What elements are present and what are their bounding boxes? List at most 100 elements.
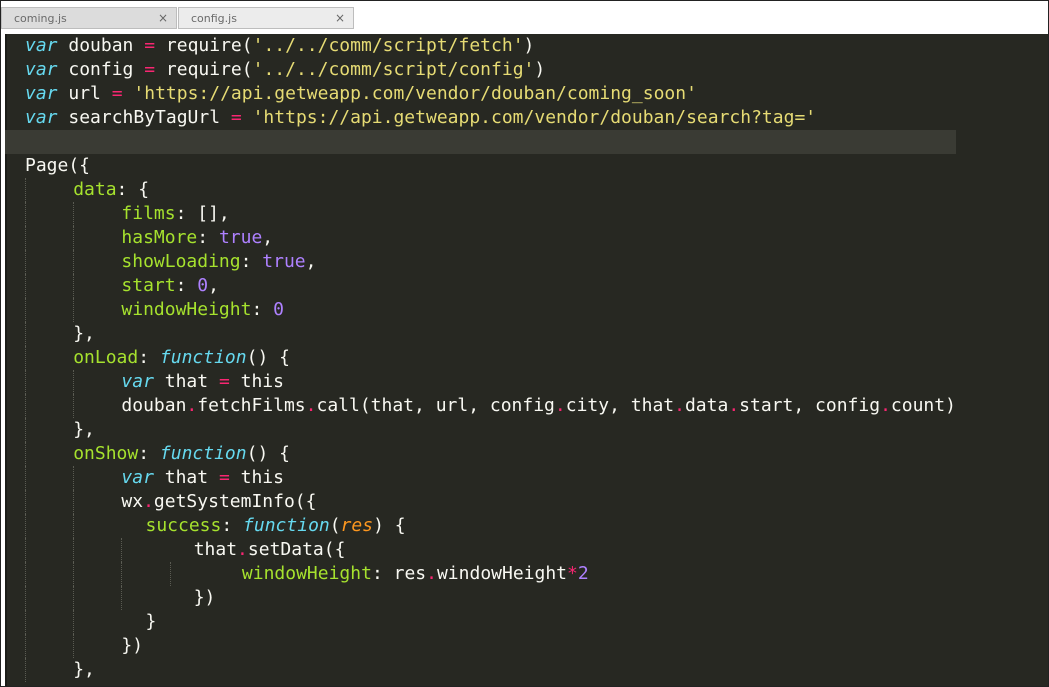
code-token: = [111,83,123,104]
code-token: }, [73,323,95,344]
code-token: douban [121,395,187,416]
code-content: }, [25,323,95,344]
code-token: 0 [197,275,209,296]
code-line[interactable]: }, [5,658,956,682]
code-line[interactable]: films: [], [5,202,956,226]
code-token: var [25,107,58,128]
code-token: , [262,227,274,248]
close-icon[interactable]: × [156,11,170,25]
code-token: . [143,491,154,512]
code-token: . [426,563,437,584]
code-token: }, [73,659,95,680]
code-token: windowHeight [241,563,372,584]
code-line[interactable]: windowHeight: 0 [5,298,956,322]
code-content: wx.getSystemInfo({ [25,491,316,512]
code-line[interactable]: var that = this [5,370,956,394]
code-token: '../../comm/script/config' [252,59,535,80]
code-line[interactable]: Page({ [5,154,956,178]
code-token: var [121,467,154,488]
code-token: }) [193,587,216,608]
code-token: count) [890,395,956,416]
code-line[interactable]: wx.getSystemInfo({ [5,490,956,514]
code-line[interactable]: windowHeight: res.windowHeight*2 [5,562,956,586]
indent-guide [25,322,26,346]
code-line[interactable]: var searchByTagUrl = 'https://api.getwea… [5,106,956,130]
code-content: var that = this [25,371,284,392]
indent-guide [73,610,75,634]
indent-guide [25,490,26,514]
code-line[interactable]: hasMore: true, [5,226,956,250]
code-token: : [138,347,160,368]
code-line[interactable]: showLoading: true, [5,250,956,274]
code-token: : [197,227,219,248]
code-content: douban.fetchFilms.call(that, url, config… [25,395,956,416]
code-line[interactable]: var douban = require('../../comm/script/… [5,34,956,58]
code-token: : [], [175,203,230,224]
code-token: url [57,83,112,104]
code-line[interactable]: success: function(res) { [5,514,956,538]
code-content: start: 0, [25,275,219,296]
code-area[interactable]: var douban = require('../../comm/script/… [5,34,956,682]
indent-guide [121,586,123,610]
indent-guide [25,226,26,250]
tab-label: coming.js [14,11,67,25]
code-token: . [674,395,685,416]
code-line[interactable]: that.setData({ [5,538,956,562]
code-content: var douban = require('../../comm/script/… [25,35,534,56]
indent-guide [25,610,26,634]
code-editor[interactable]: var douban = require('../../comm/script/… [5,34,1048,686]
code-line[interactable] [5,130,956,154]
code-line[interactable]: }) [5,586,956,610]
code-token: function [159,443,247,464]
indent-guide [25,346,26,370]
code-line[interactable]: }, [5,322,956,346]
code-content: var that = this [25,467,284,488]
code-content: Page({ [25,155,90,176]
code-content: } [25,611,157,632]
tab-label: config.js [191,11,237,25]
tab-coming-js[interactable]: coming.js × [1,7,177,29]
code-content: showLoading: true, [25,251,316,272]
close-icon[interactable]: × [333,11,347,25]
code-token: }, [73,419,95,440]
code-content: }) [25,635,143,656]
code-content: }, [25,419,95,440]
code-line[interactable]: start: 0, [5,274,956,298]
code-token: ( [329,515,341,536]
indent-guide [73,394,75,418]
code-line[interactable]: data: { [5,178,956,202]
code-token: call(that, url, config [316,395,555,416]
code-line[interactable]: douban.fetchFilms.call(that, url, config… [5,394,956,418]
editor-window: coming.js × config.js × var douban = req… [0,0,1049,687]
code-line[interactable]: } [5,610,956,634]
code-line[interactable]: onLoad: function() { [5,346,956,370]
indent-guide [25,442,26,466]
code-token: res [340,515,374,536]
code-line[interactable]: onShow: function() { [5,442,956,466]
code-line[interactable]: var url = 'https://api.getweapp.com/vend… [5,82,956,106]
code-line[interactable]: var that = this [5,466,956,490]
code-token: () { [246,347,290,368]
code-token: data [684,395,729,416]
code-token: . [554,395,566,416]
code-token: setData({ [247,539,346,560]
code-token: that [193,539,238,560]
code-token: , [208,275,219,296]
code-token: onLoad [73,347,139,368]
code-line[interactable]: var config = require('../../comm/script/… [5,58,956,82]
code-token: 'https://api.getweapp.com/vendor/douban/… [252,107,817,128]
tab-config-js[interactable]: config.js × [178,7,354,29]
code-line[interactable]: }) [5,634,956,658]
code-token: . [237,539,248,560]
code-line[interactable]: }, [5,418,956,442]
code-token: . [186,395,198,416]
code-token: city, that [565,395,675,416]
code-token: : [240,251,263,272]
indent-guide [121,562,123,586]
code-token: fetchFilms [197,395,306,416]
code-token: : [138,443,160,464]
code-token: ) [534,59,546,80]
indent-guide [73,370,75,394]
code-content: films: [], [25,203,230,224]
code-token: : [221,515,244,536]
